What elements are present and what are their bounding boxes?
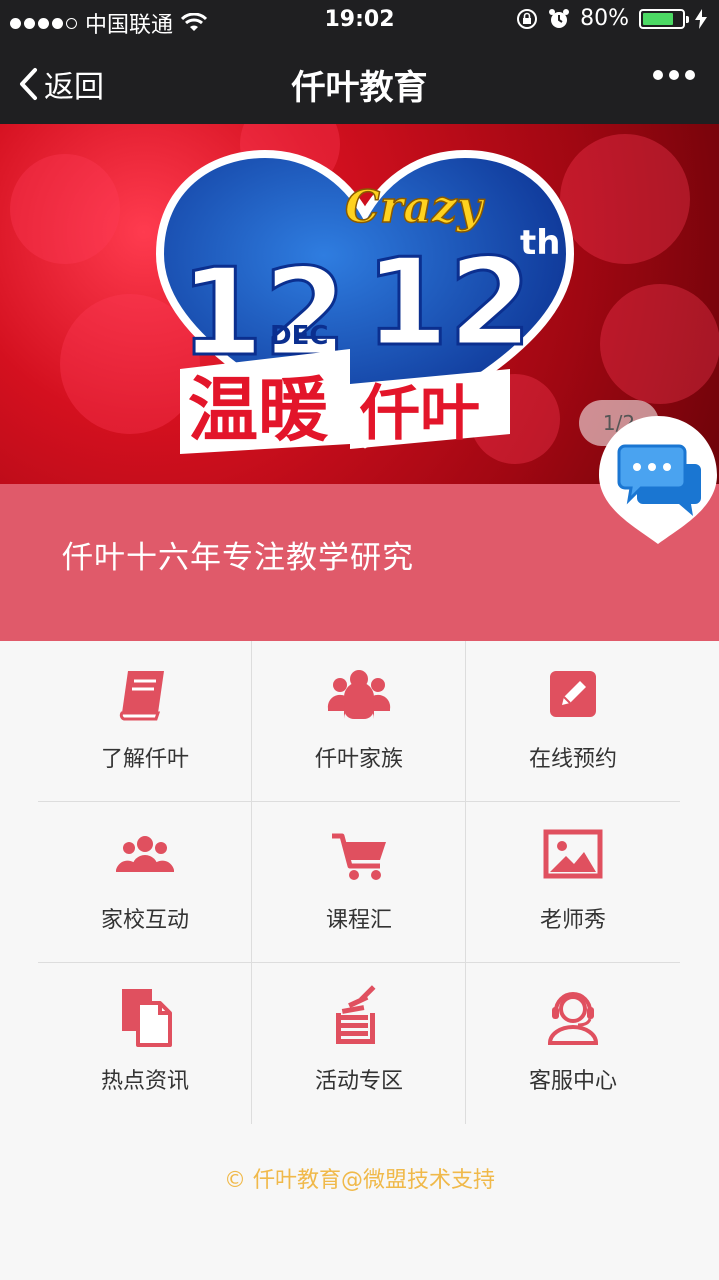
grid-label: 活动专区 (314, 1069, 403, 1094)
headset-icon (547, 992, 599, 1045)
grid-label: 在线预约 (528, 747, 617, 772)
picture-icon (543, 829, 603, 879)
feature-grid: 了解仟叶 仟叶家族 在线预约 家校互动 课程汇 老师秀 热点资讯 活动专区 客服… (38, 641, 680, 1124)
status-bar: 中国联通 19:02 80% (0, 0, 719, 40)
banner-crazy-text: Crazy (345, 182, 486, 233)
page-title: 仟叶教育 (291, 68, 428, 108)
users-icon (116, 836, 174, 872)
more-menu-button[interactable] (653, 70, 695, 80)
banner-month: DEC (270, 321, 328, 351)
grid-divider (38, 962, 680, 963)
group-icon (327, 670, 391, 719)
grid-label: 热点资讯 (100, 1069, 189, 1094)
grid-item-booking[interactable]: 在线预约 (466, 641, 680, 802)
more-dots-icon (653, 70, 663, 80)
grid-label: 老师秀 (539, 908, 606, 933)
stack-icon (336, 985, 376, 1044)
crazy-12-heart-graphic: Crazy th 12 12 DEC 温暖 仟叶 (155, 149, 575, 454)
rotation-lock-icon (517, 8, 538, 29)
battery-icon (639, 8, 689, 29)
grid-item-service[interactable]: 客服中心 (466, 963, 680, 1124)
grid-item-news[interactable]: 热点资讯 (38, 963, 252, 1124)
book-icon (119, 671, 164, 721)
caption-text: 仟叶十六年专注教学研究 (62, 540, 414, 576)
grid-label: 家校互动 (100, 908, 189, 933)
charging-bolt-icon (695, 8, 707, 29)
grid-divider (38, 801, 680, 802)
alarm-icon (549, 8, 570, 28)
grid-label: 仟叶家族 (314, 747, 403, 772)
banner-line2: 仟叶 (359, 379, 480, 449)
banner-right-number: 12 (365, 234, 532, 373)
grid-label: 了解仟叶 (100, 747, 189, 772)
chat-float-button[interactable] (595, 412, 719, 546)
grid-item-home-school[interactable]: 家校互动 (38, 802, 252, 963)
grid-label: 客服中心 (528, 1069, 617, 1094)
battery-percent: 80% (580, 6, 629, 31)
navigation-bar: 返回 仟叶教育 (0, 40, 719, 124)
grid-divider (251, 641, 252, 1124)
edit-icon (550, 671, 596, 717)
grid-item-events[interactable]: 活动专区 (252, 963, 466, 1124)
grid-item-teachers[interactable]: 老师秀 (466, 802, 680, 963)
grid-divider (465, 641, 466, 1124)
footer-credit: © 仟叶教育@微盟技术支持 (224, 1168, 495, 1193)
documents-icon (122, 989, 172, 1047)
banner-line1: 温暖 (188, 369, 329, 451)
cart-icon (332, 833, 386, 880)
grid-item-about[interactable]: 了解仟叶 (38, 641, 252, 802)
grid-label: 课程汇 (325, 908, 392, 933)
grid-item-family[interactable]: 仟叶家族 (252, 641, 466, 802)
grid-item-courses[interactable]: 课程汇 (252, 802, 466, 963)
